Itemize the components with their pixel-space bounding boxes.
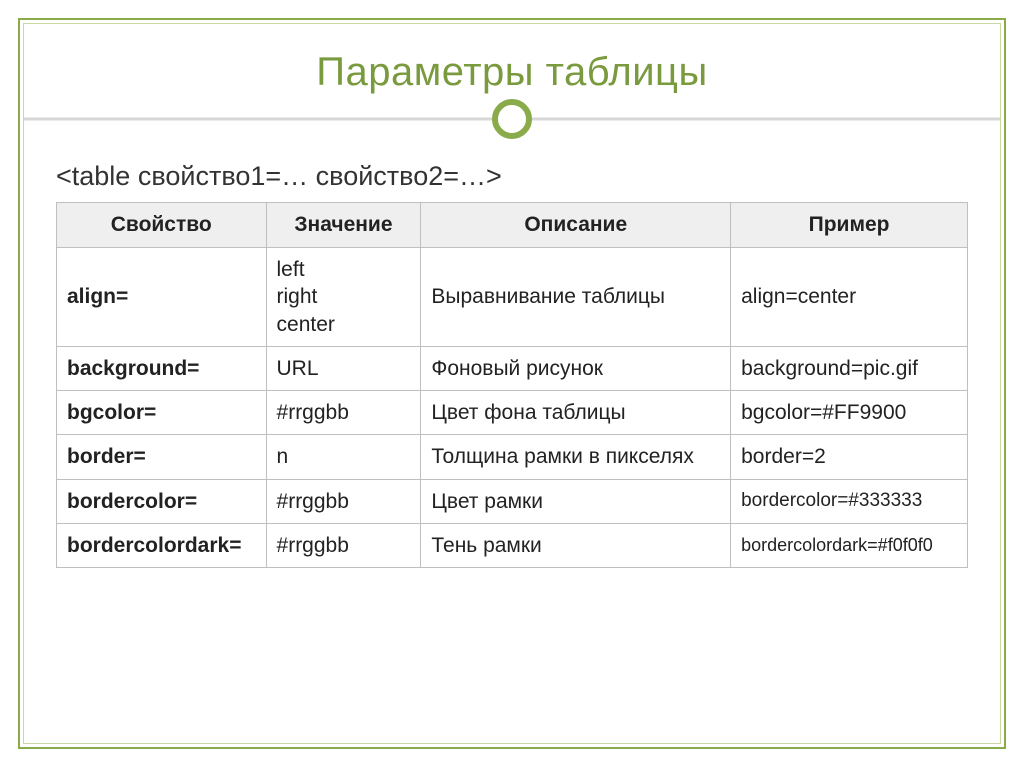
- cell-description: Цвет фона таблицы: [421, 391, 731, 435]
- cell-example: align=center: [731, 248, 968, 347]
- table-row: background= URL Фоновый рисунок backgrou…: [57, 346, 968, 390]
- table-row: bordercolordark= #rrggbb Тень рамки bord…: [57, 524, 968, 568]
- header-property: Свойство: [57, 203, 267, 248]
- cell-value: URL: [266, 346, 421, 390]
- slide-header: Параметры таблицы: [24, 24, 1000, 161]
- cell-value: #rrggbb: [266, 479, 421, 523]
- cell-description: Цвет рамки: [421, 479, 731, 523]
- header-description: Описание: [421, 203, 731, 248]
- table-header-row: Свойство Значение Описание Пример: [57, 203, 968, 248]
- header-value: Значение: [266, 203, 421, 248]
- cell-value: #rrggbb: [266, 391, 421, 435]
- slide-inner-frame: Параметры таблицы <table свойство1=… сво…: [23, 23, 1001, 744]
- cell-property: border=: [57, 435, 267, 479]
- table-row: align= left right center Выравнивание та…: [57, 248, 968, 347]
- cell-value: n: [266, 435, 421, 479]
- cell-property: bgcolor=: [57, 391, 267, 435]
- cell-example: bgcolor=#FF9900: [731, 391, 968, 435]
- cell-property: bordercolor=: [57, 479, 267, 523]
- cell-example: bordercolordark=#f0f0f0: [731, 524, 968, 568]
- slide-content: <table свойство1=… свойство2=…> Свойство…: [24, 161, 1000, 568]
- table-row: bgcolor= #rrggbb Цвет фона таблицы bgcol…: [57, 391, 968, 435]
- cell-property: bordercolordark=: [57, 524, 267, 568]
- syntax-line: <table свойство1=… свойство2=…>: [56, 161, 968, 192]
- properties-table: Свойство Значение Описание Пример align=…: [56, 202, 968, 568]
- page-title: Параметры таблицы: [24, 50, 1000, 95]
- cell-property: align=: [57, 248, 267, 347]
- header-example: Пример: [731, 203, 968, 248]
- cell-example: border=2: [731, 435, 968, 479]
- cell-description: Тень рамки: [421, 524, 731, 568]
- cell-example: background=pic.gif: [731, 346, 968, 390]
- table-row: bordercolor= #rrggbb Цвет рамки borderco…: [57, 479, 968, 523]
- slide-frame: Параметры таблицы <table свойство1=… сво…: [18, 18, 1006, 749]
- cell-property: background=: [57, 346, 267, 390]
- cell-description: Толщина рамки в пикселях: [421, 435, 731, 479]
- cell-example: bordercolor=#333333: [731, 479, 968, 523]
- ornament-circle-icon: [492, 99, 532, 139]
- cell-value: #rrggbb: [266, 524, 421, 568]
- cell-description: Выравнивание таблицы: [421, 248, 731, 347]
- table-row: border= n Толщина рамки в пикселях borde…: [57, 435, 968, 479]
- title-ornament: [24, 117, 1000, 121]
- cell-description: Фоновый рисунок: [421, 346, 731, 390]
- cell-value: left right center: [266, 248, 421, 347]
